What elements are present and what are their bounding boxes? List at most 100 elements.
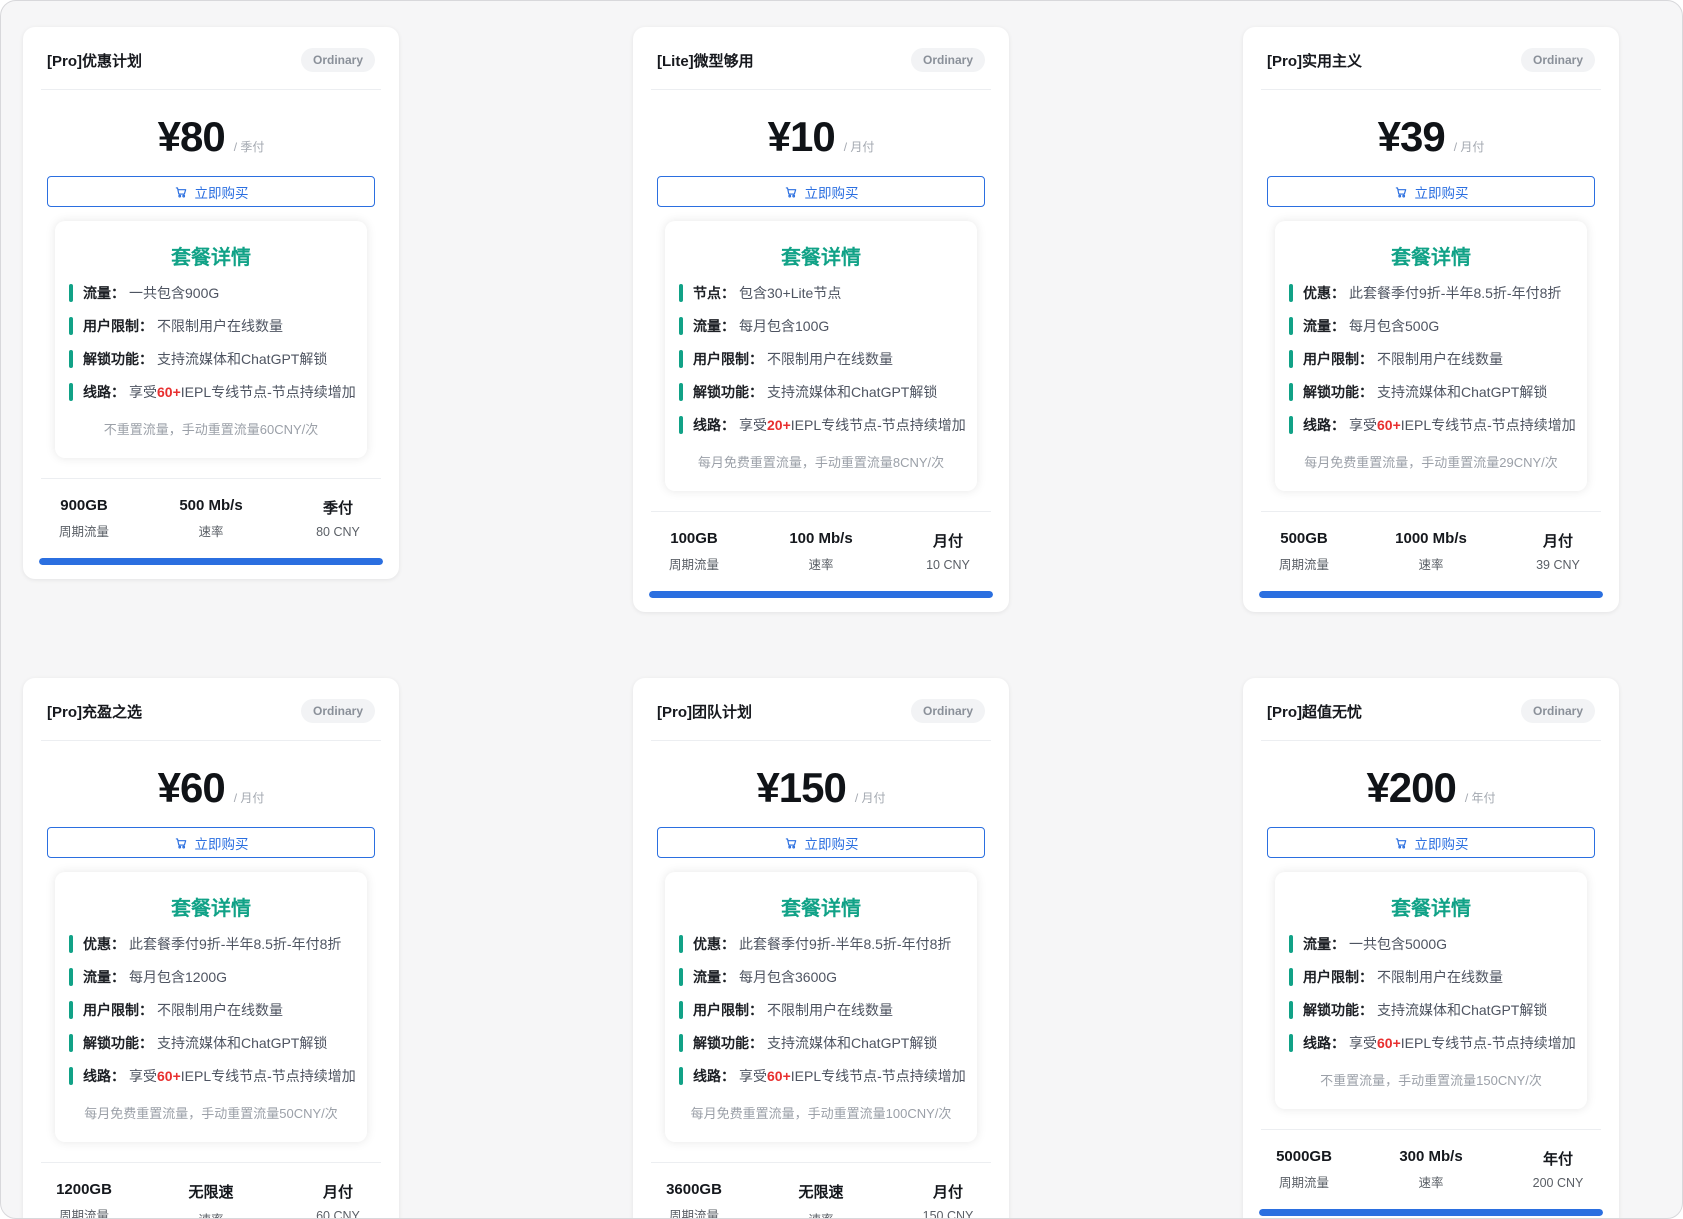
feature-item: 解锁功能：支持流媒体和ChatGPT解锁 — [679, 1033, 963, 1053]
price-period: / 年付 — [1465, 789, 1496, 806]
shopping-cart-icon — [784, 185, 798, 199]
stat-value: 月付 — [1523, 530, 1593, 551]
feature-label: 优惠： — [693, 936, 735, 952]
feature-label: 流量： — [1303, 318, 1345, 334]
feature-item: 线路：享受60+IEPL专线节点-节点持续增加 — [679, 1066, 963, 1086]
feature-item: 用户限制：不限制用户在线数量 — [1289, 349, 1573, 369]
price-period: / 月付 — [855, 789, 886, 806]
feature-item: 解锁功能：支持流媒体和ChatGPT解锁 — [679, 382, 963, 402]
stat-value: 月付 — [913, 1181, 983, 1202]
feature-item: 线路：享受60+IEPL专线节点-节点持续增加 — [69, 382, 353, 402]
stats-row: 5000GB 周期流量 300 Mb/s 速率 年付 200 CNY — [1243, 1130, 1619, 1201]
stat-value: 900GB — [49, 497, 119, 514]
card-header: [Pro]充盈之选 Ordinary — [23, 678, 399, 740]
stat-label: 速率 — [786, 554, 856, 573]
feature-item: 用户限制：不限制用户在线数量 — [69, 316, 353, 336]
feature-value-suffix: IEPL专线节点-节点持续增加 — [1401, 417, 1576, 433]
feature-value: 此套餐季付9折-半年8.5折-年付8折 — [1349, 285, 1561, 301]
feature-highlight: 60+ — [1377, 417, 1401, 433]
stat-label: 速率 — [176, 1209, 246, 1219]
buy-now-button[interactable]: 立即购买 — [47, 827, 375, 858]
stat-label: 39 CNY — [1523, 558, 1593, 572]
feature-label: 线路： — [1303, 1035, 1345, 1051]
buy-now-button[interactable]: 立即购买 — [657, 176, 985, 207]
stat-item: 月付 39 CNY — [1523, 530, 1593, 573]
stat-item: 500GB 周期流量 — [1269, 530, 1339, 573]
stat-label: 周期流量 — [49, 1205, 119, 1219]
stat-value: 100GB — [659, 530, 729, 547]
feature-value: 包含30+Lite节点 — [739, 285, 841, 301]
feature-item: 优惠：此套餐季付9折-半年8.5折-年付8折 — [1289, 283, 1573, 303]
price-amount: ¥150 — [756, 767, 845, 809]
feature-label: 线路： — [693, 417, 735, 433]
feature-value: 享受 — [129, 384, 157, 400]
stat-item: 500 Mb/s 速率 — [176, 497, 246, 540]
stat-label: 周期流量 — [1269, 554, 1339, 573]
card-header: [Lite]微型够用 Ordinary — [633, 27, 1009, 89]
stat-value: 1200GB — [49, 1181, 119, 1198]
stats-row: 900GB 周期流量 500 Mb/s 速率 季付 80 CNY — [23, 479, 399, 550]
stat-label: 10 CNY — [913, 558, 983, 572]
plans-grid: [Pro]优惠计划 Ordinary ¥80 / 季付 立即购买 套餐详情 流量… — [1, 1, 1682, 1219]
stat-item: 100GB 周期流量 — [659, 530, 729, 573]
feature-value: 不限制用户在线数量 — [157, 1002, 283, 1018]
buy-now-button[interactable]: 立即购买 — [47, 176, 375, 207]
buy-now-button[interactable]: 立即购买 — [1267, 827, 1595, 858]
price-amount: ¥39 — [1378, 116, 1445, 158]
price-amount: ¥10 — [768, 116, 835, 158]
stat-label: 周期流量 — [1269, 1172, 1339, 1191]
feature-label: 线路： — [83, 1068, 125, 1084]
stats-row: 100GB 周期流量 100 Mb/s 速率 月付 10 CNY — [633, 512, 1009, 583]
card-header: [Pro]超值无忧 Ordinary — [1243, 678, 1619, 740]
stat-label: 周期流量 — [659, 1205, 729, 1219]
feature-list: 流量：一共包含5000G 用户限制：不限制用户在线数量 解锁功能：支持流媒体和C… — [1289, 934, 1573, 1053]
reset-policy-note: 每月免费重置流量，手动重置流量29CNY/次 — [1289, 452, 1573, 471]
price-row: ¥80 / 季付 — [23, 90, 399, 176]
plan-title: [Pro]超值无忧 — [1267, 701, 1362, 722]
buy-now-button[interactable]: 立即购买 — [1267, 176, 1595, 207]
feature-highlight: 60+ — [157, 1068, 181, 1084]
feature-item: 用户限制：不限制用户在线数量 — [679, 1000, 963, 1020]
feature-item: 流量：一共包含5000G — [1289, 934, 1573, 954]
feature-label: 解锁功能： — [1303, 384, 1373, 400]
feature-label: 用户限制： — [693, 351, 763, 367]
buy-now-button[interactable]: 立即购买 — [657, 827, 985, 858]
buy-now-label: 立即购买 — [1415, 182, 1469, 202]
feature-highlight: 60+ — [1377, 1035, 1401, 1051]
feature-item: 流量：每月包含100G — [679, 316, 963, 336]
feature-value: 每月包含3600G — [739, 969, 837, 985]
feature-label: 流量： — [83, 969, 125, 985]
feature-value: 不限制用户在线数量 — [1377, 351, 1503, 367]
stat-item: 无限速 速率 — [786, 1181, 856, 1219]
stat-label: 速率 — [786, 1209, 856, 1219]
feature-list: 节点：包含30+Lite节点 流量：每月包含100G 用户限制：不限制用户在线数… — [679, 283, 963, 435]
feature-label: 用户限制： — [83, 1002, 153, 1018]
plan-title: [Pro]实用主义 — [1267, 50, 1362, 71]
feature-label: 流量： — [1303, 936, 1345, 952]
feature-value: 支持流媒体和ChatGPT解锁 — [157, 1035, 327, 1051]
feature-value: 支持流媒体和ChatGPT解锁 — [767, 1035, 937, 1051]
feature-item: 流量：每月包含500G — [1289, 316, 1573, 336]
feature-label: 线路： — [693, 1068, 735, 1084]
plan-details-panel: 套餐详情 优惠：此套餐季付9折-半年8.5折-年付8折 流量：每月包含500G … — [1275, 221, 1587, 491]
stat-item: 季付 80 CNY — [303, 497, 373, 540]
stat-item: 月付 10 CNY — [913, 530, 983, 573]
plan-card: [Pro]充盈之选 Ordinary ¥60 / 月付 立即购买 套餐详情 优惠… — [23, 678, 399, 1219]
stat-item: 5000GB 周期流量 — [1269, 1148, 1339, 1191]
reset-policy-note: 不重置流量，手动重置流量150CNY/次 — [1289, 1070, 1573, 1089]
buy-now-label: 立即购买 — [195, 182, 249, 202]
feature-value: 不限制用户在线数量 — [1377, 969, 1503, 985]
feature-item: 节点：包含30+Lite节点 — [679, 283, 963, 303]
stat-value: 1000 Mb/s — [1395, 530, 1467, 547]
feature-value: 一共包含900G — [129, 285, 219, 301]
stat-label: 速率 — [1395, 554, 1467, 573]
details-title: 套餐详情 — [1289, 892, 1573, 921]
stat-value: 月付 — [913, 530, 983, 551]
feature-item: 优惠：此套餐季付9折-半年8.5折-年付8折 — [69, 934, 353, 954]
stat-label: 80 CNY — [303, 525, 373, 539]
plan-details-panel: 套餐详情 流量：一共包含900G 用户限制：不限制用户在线数量 解锁功能：支持流… — [55, 221, 367, 458]
price-row: ¥150 / 月付 — [633, 741, 1009, 827]
plan-details-panel: 套餐详情 节点：包含30+Lite节点 流量：每月包含100G 用户限制：不限制… — [665, 221, 977, 491]
feature-highlight: 60+ — [767, 1068, 791, 1084]
stat-label: 周期流量 — [49, 521, 119, 540]
